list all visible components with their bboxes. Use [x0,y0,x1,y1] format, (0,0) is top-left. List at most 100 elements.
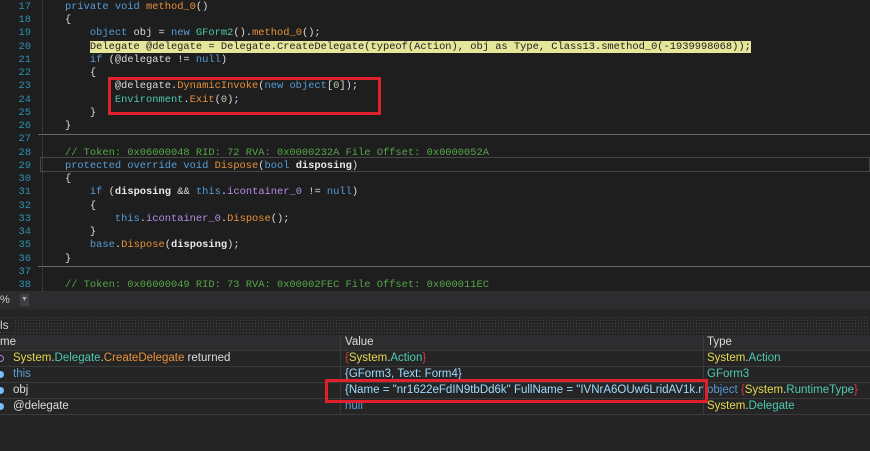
annotation-box-obj-value [325,379,708,403]
row-type: System.Delegate [707,400,795,412]
code-line[interactable] [40,133,870,146]
code-line[interactable]: } [40,120,870,133]
column-header-name[interactable]: me [0,335,340,350]
row-name: System.Delegate.CreateDelegate returned [13,352,231,364]
code-token: disposing [295,159,352,172]
code-token: } [40,120,72,133]
code-token: GForm2 [195,27,234,40]
code-token: new [170,27,196,40]
code-token: } [40,226,97,239]
code-token: (). [233,27,253,40]
code-line[interactable]: protected override void Dispose(bool dis… [40,160,870,173]
column-header-type[interactable]: Type [703,335,870,350]
code-line[interactable]: private void method_0() [40,1,870,14]
code-token: method_0 [252,27,302,40]
code-line[interactable]: { [40,14,870,27]
code-line[interactable]: Delegate @delegate = Delegate.CreateDele… [40,40,870,54]
code-token: method_0 [146,1,196,13]
row-type: System.Action [707,352,781,364]
code-token: disposing [114,186,171,199]
code-token: base [89,239,115,252]
locals-header: ls [0,316,870,334]
code-line[interactable]: if (disposing && this.icontainer_0 != nu… [40,186,870,199]
row-type: GForm3 [707,368,750,380]
code-line[interactable] [40,266,870,279]
row-type: object {System.RuntimeType} [707,384,858,396]
table-header: me Value Type [0,335,870,351]
line-number: 20 [18,40,31,53]
code-line[interactable]: { [40,200,870,213]
local-variable-icon [0,403,4,410]
code-editor[interactable]: 17 private void method_0() 18 {19 object … [0,0,870,291]
code-token: null [195,53,221,66]
code-token: ); [227,239,240,252]
code-token: ) [351,186,359,199]
code-token: != [301,186,327,199]
code-token: icontainer_0 [227,186,302,199]
line-number: 24 [18,93,31,106]
line-number: 22 [18,67,31,80]
line-number: 23 [18,80,31,93]
local-variable-icon [0,371,4,378]
line-number: 26 [18,120,31,133]
code-line[interactable]: this.icontainer_0.Dispose(); [40,213,870,226]
code-line[interactable]: { [40,173,870,186]
column-header-value[interactable]: Value [340,335,703,350]
code-token: Delegate @delegate = Delegate.CreateDele… [89,40,751,53]
code-token: object [89,27,134,40]
code-line[interactable]: // Token: 0x06000049 RID: 73 RVA: 0x0000… [40,279,870,291]
code-token: null [326,186,352,199]
code-token: ) [220,53,228,66]
code-line[interactable]: } [40,253,870,266]
code-token: obj = [133,27,171,40]
code-token: if [89,186,109,199]
code-line[interactable]: } [40,226,870,239]
editor-status-bar: % ▼ [0,291,870,309]
code-token: { [40,173,72,186]
code-token: () [195,1,209,13]
line-number: 36 [18,252,31,265]
row-name: @delegate [13,400,69,412]
row-name: obj [13,384,29,396]
line-number: 25 [18,106,31,119]
code-token: this [114,212,140,225]
code-token: (); [301,27,321,40]
code-token: { [40,67,97,80]
line-number: 18 [18,14,31,27]
line-number: 17 [18,1,31,13]
code-token: (@delegate != [108,53,196,66]
code-token: (); [270,212,290,225]
code-token: && [170,186,196,199]
code-token: { [40,199,97,212]
line-number: 29 [18,159,31,172]
code-line[interactable]: // Token: 0x06000048 RID: 72 RVA: 0x0000… [40,147,870,160]
code-token: } [40,106,97,119]
code-line[interactable]: base.Dispose(disposing); [40,239,870,252]
code-line[interactable]: object obj = new GForm2().method_0(); [40,27,870,40]
line-number: 27 [18,133,31,146]
locals-panel: % ▼ ls me Value Type System.Delegate.Cre… [0,291,870,451]
line-number: 35 [18,239,31,252]
line-number: 21 [18,53,31,66]
code-token: if [89,53,109,66]
code-token: bool [264,159,296,172]
table-row[interactable]: System.Delegate.CreateDelegate returned … [0,351,870,367]
line-number: 37 [18,265,31,278]
local-variable-icon [0,387,4,394]
code-token: } [40,252,72,265]
zoom-dropdown-chevron-down-icon[interactable]: ▼ [20,294,29,306]
code-token: ) [351,159,359,172]
code-token: // Token: 0x06000049 RID: 73 RVA: 0x0000… [64,279,489,291]
code-token: private void [64,1,147,13]
code-token: protected override void [64,159,215,172]
line-number: 28 [18,146,31,159]
code-line[interactable]: if (@delegate != null) [40,54,870,67]
